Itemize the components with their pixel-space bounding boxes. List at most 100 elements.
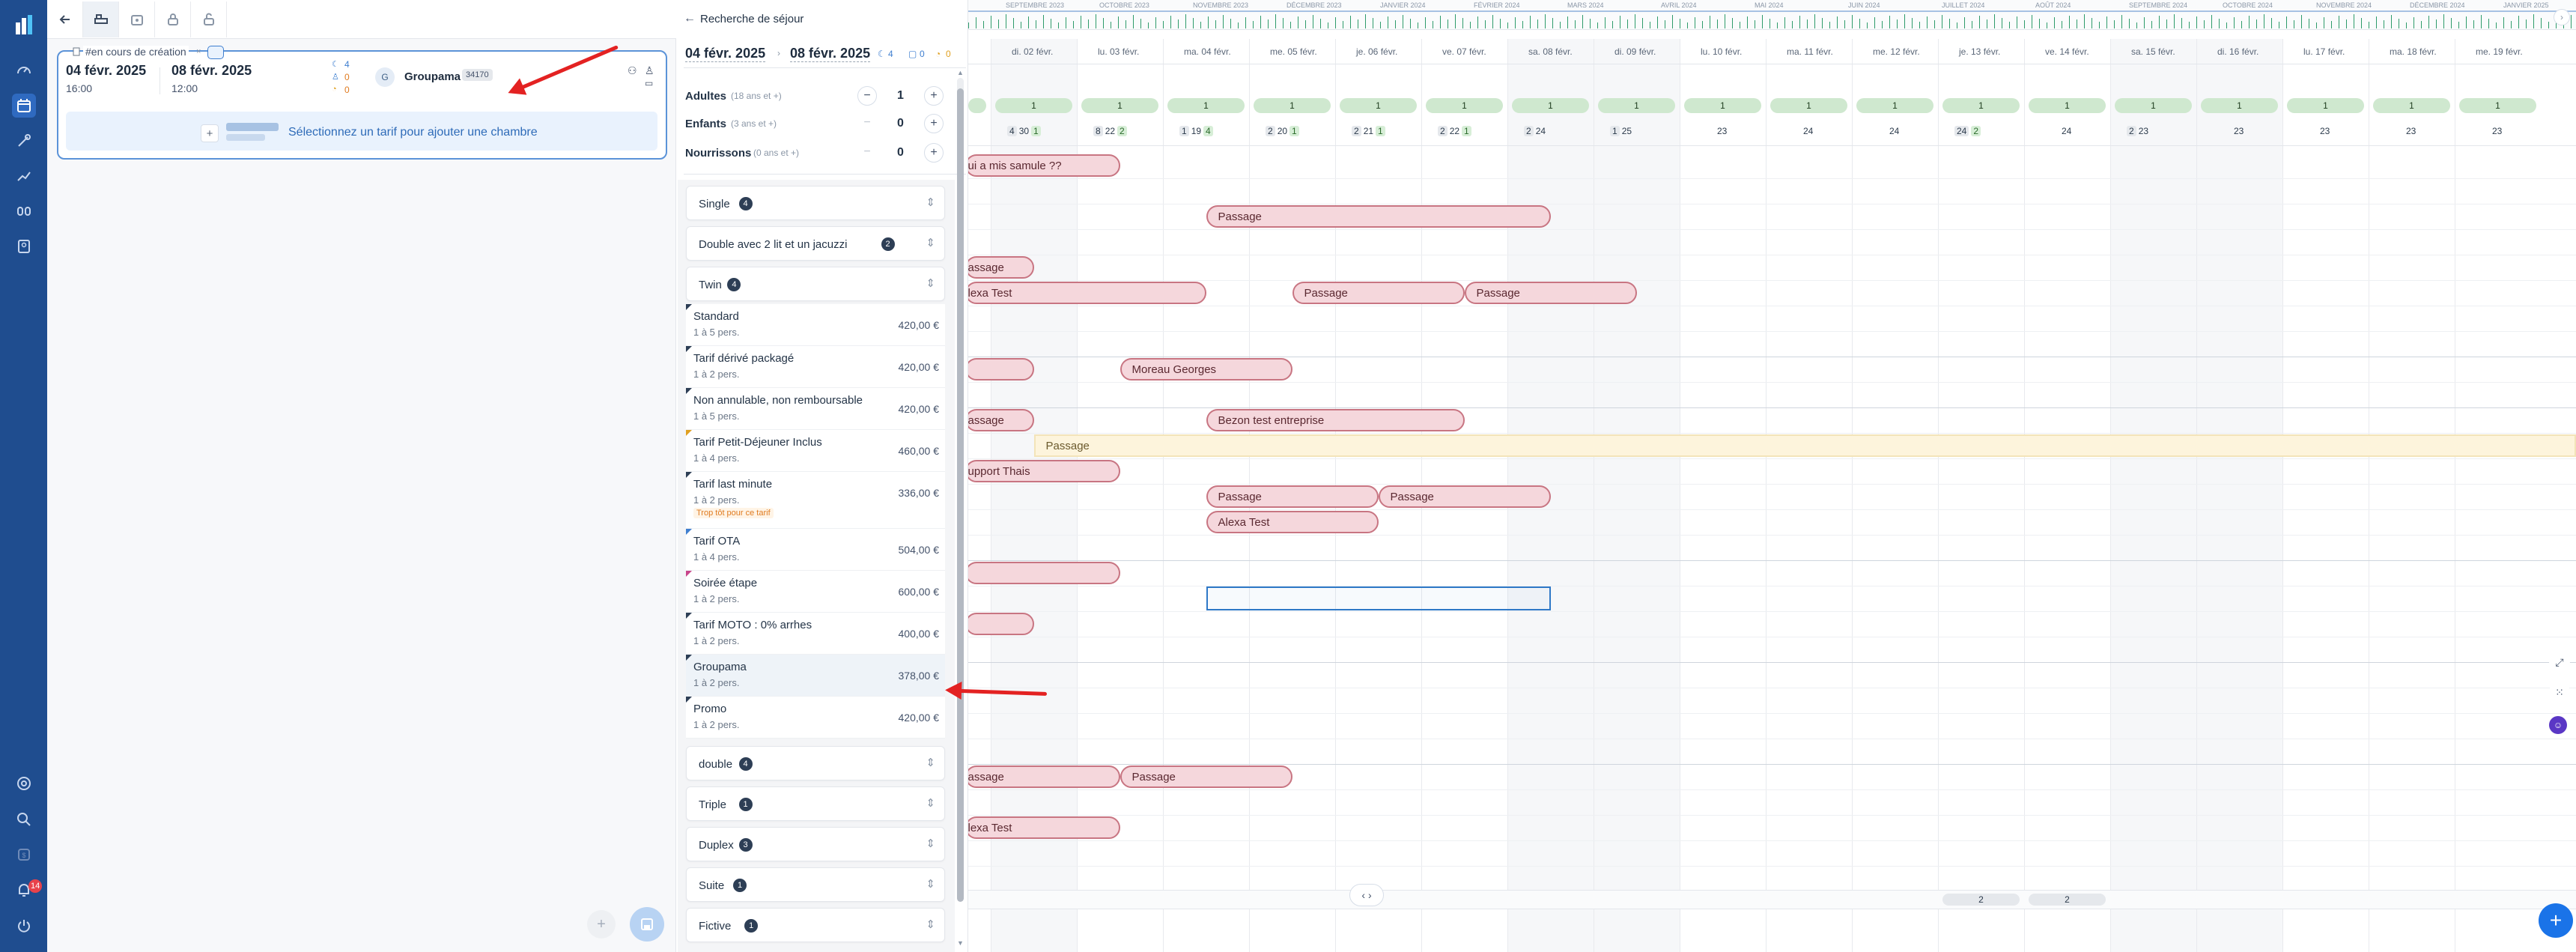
- availability-pill[interactable]: 1: [1856, 98, 1933, 113]
- rate-row[interactable]: Promo 1 à 2 pers. 420,00 €: [686, 697, 945, 739]
- availability-pill[interactable]: 1: [2201, 98, 2278, 113]
- lock-icon[interactable]: [155, 1, 191, 37]
- rates-scrollbar[interactable]: [957, 78, 964, 902]
- booking-bar[interactable]: upport Thais: [968, 460, 1120, 482]
- booking-bar[interactable]: ui a mis samule ??: [968, 154, 1120, 177]
- booking-bar[interactable]: assage: [968, 765, 1120, 788]
- month-label[interactable]: DÉCEMBRE 2024: [2410, 1, 2465, 9]
- scroll-down-icon[interactable]: ▼: [957, 939, 964, 947]
- rate-row[interactable]: Non annulable, non remboursable 1 à 5 per…: [686, 388, 945, 430]
- availability-pill[interactable]: 1: [1081, 98, 1158, 113]
- children-increment[interactable]: +: [924, 114, 944, 133]
- room-category-fictive[interactable]: Fictive 1 ⇕: [686, 908, 945, 942]
- month-label[interactable]: JANVIER 2025: [2503, 1, 2549, 9]
- calendar-icon[interactable]: [12, 94, 36, 118]
- rate-row[interactable]: Groupama 1 à 2 pers. 378,00 €: [686, 655, 945, 697]
- booking-bar[interactable]: [968, 613, 1034, 635]
- planning-grid[interactable]: SEPTEMBRE 2023 OCTOBRE 2023 NOVEMBRE 2023 D…: [968, 0, 2576, 952]
- availability-pill[interactable]: 1: [2029, 98, 2106, 113]
- grid-icon[interactable]: ⁙: [2549, 682, 2570, 703]
- arrival-date[interactable]: 04 févr. 2025: [66, 63, 146, 79]
- scroll-arrows-button[interactable]: ‹ ›: [1349, 884, 1384, 906]
- rate-row[interactable]: Tarif OTA 1 à 4 pers. 504,00 €: [686, 529, 945, 571]
- rate-row[interactable]: Tarif Petit-Déjeuner Inclus 1 à 4 pers. 46…: [686, 430, 945, 472]
- stats-icon[interactable]: [12, 164, 36, 188]
- departure-date[interactable]: 08 févr. 2025: [171, 63, 252, 79]
- availability-pill[interactable]: 1: [1512, 98, 1589, 113]
- availability-pill[interactable]: [968, 98, 986, 113]
- availability-pill[interactable]: 1: [1598, 98, 1675, 113]
- bed-icon[interactable]: [83, 1, 119, 37]
- rate-row[interactable]: Standard 1 à 5 pers. 420,00 €: [686, 304, 945, 346]
- month-label[interactable]: MARS 2024: [1567, 1, 1604, 9]
- close-icon[interactable]: ×: [196, 47, 201, 56]
- booking-bar[interactable]: Alexa Test: [1206, 511, 1379, 533]
- room-category-single[interactable]: Single 4 ⇕: [686, 186, 945, 220]
- search-icon[interactable]: [12, 807, 36, 831]
- contacts-icon[interactable]: [12, 234, 36, 258]
- month-label[interactable]: DÉCEMBRE 2023: [1287, 1, 1342, 9]
- rate-row[interactable]: Soirée étape 1 à 2 pers. 600,00 €: [686, 571, 945, 613]
- arrival-time[interactable]: 16:00: [66, 82, 92, 94]
- room-category-suite[interactable]: Suite 1 ⇕: [686, 867, 945, 902]
- children-decrement[interactable]: −: [857, 114, 877, 133]
- month-label[interactable]: SEPTEMBRE 2023: [1006, 1, 1064, 9]
- booking-bar[interactable]: Passage: [1120, 765, 1292, 788]
- room-category-triple[interactable]: Triple 1 ⇕: [686, 786, 945, 821]
- month-label[interactable]: OCTOBRE 2024: [2223, 1, 2273, 9]
- channels-icon[interactable]: [12, 199, 36, 223]
- booking-bar[interactable]: Passage: [1206, 205, 1551, 228]
- assistant-icon[interactable]: ☺: [2549, 716, 2567, 734]
- zoom-icon[interactable]: ⤢: [2549, 652, 2570, 673]
- booking-bar[interactable]: assage: [968, 256, 1034, 279]
- departure-time[interactable]: 12:00: [171, 82, 198, 94]
- search-date-to[interactable]: 08 févr. 2025: [790, 46, 871, 62]
- currency-icon[interactable]: $: [12, 843, 36, 867]
- month-strip[interactable]: SEPTEMBRE 2023 OCTOBRE 2023 NOVEMBRE 2023 D…: [968, 0, 2576, 30]
- scrollbar-thumb[interactable]: [957, 88, 964, 902]
- dashboard-icon[interactable]: [12, 58, 36, 82]
- booking-bar[interactable]: [968, 562, 1120, 584]
- booking-bar[interactable]: Passage: [1292, 282, 1465, 304]
- link-client-icon[interactable]: [207, 46, 224, 59]
- selection-box[interactable]: [1206, 586, 1551, 610]
- availability-pill[interactable]: 1: [1942, 98, 2020, 113]
- booking-bar[interactable]: Bezon test entreprise: [1206, 409, 1465, 431]
- room-category-double-avec-2-lit-et-un-jacuzzi[interactable]: Double avec 2 lit et un jacuzzi 2 ⇕: [686, 226, 945, 261]
- save-button[interactable]: [630, 907, 664, 942]
- availability-pill[interactable]: 1: [2373, 98, 2450, 113]
- unlock-icon[interactable]: [191, 1, 227, 37]
- tools-icon[interactable]: [12, 129, 36, 153]
- month-label[interactable]: MAI 2024: [1755, 1, 1784, 9]
- availability-pill[interactable]: 1: [1770, 98, 1847, 113]
- month-label[interactable]: JANVIER 2024: [1380, 1, 1426, 9]
- calendar-event-icon[interactable]: [119, 1, 155, 37]
- person-icon[interactable]: ♙: [645, 64, 654, 77]
- booking-bar[interactable]: Passage: [1464, 282, 1637, 304]
- booking-bar[interactable]: Passage: [1206, 485, 1379, 508]
- month-label[interactable]: JUILLET 2024: [1942, 1, 1984, 9]
- availability-pill[interactable]: 1: [1426, 98, 1503, 113]
- booking-bar[interactable]: Passage: [1033, 434, 2576, 457]
- card-icon[interactable]: ▭: [645, 78, 653, 88]
- client-name[interactable]: Groupama: [404, 70, 461, 83]
- add-room-button[interactable]: +: [201, 124, 219, 142]
- rate-row[interactable]: Tarif dérivé packagé 1 à 2 pers. 420,00 €: [686, 346, 945, 388]
- room-category-double[interactable]: double 4 ⇕: [686, 746, 945, 780]
- availability-pill[interactable]: 1: [1167, 98, 1245, 113]
- back-arrow-icon[interactable]: [47, 1, 83, 37]
- month-label[interactable]: AOÛT 2024: [2035, 1, 2071, 9]
- booking-bar[interactable]: Moreau Georges: [1120, 358, 1292, 381]
- month-label[interactable]: NOVEMBRE 2023: [1193, 1, 1248, 9]
- month-label[interactable]: SEPTEMBRE 2024: [2129, 1, 2187, 9]
- add-booking-fab[interactable]: +: [2539, 903, 2573, 938]
- support-icon[interactable]: [12, 771, 36, 795]
- booking-bar[interactable]: lexa Test: [968, 282, 1206, 304]
- rate-row[interactable]: Tarif last minute 1 à 2 pers. 336,00 € Trop…: [686, 472, 945, 529]
- room-category-twin[interactable]: Twin 4 ⇕: [686, 267, 945, 301]
- adults-decrement[interactable]: −: [857, 86, 877, 106]
- availability-pill[interactable]: 1: [2115, 98, 2192, 113]
- month-label[interactable]: FÉVRIER 2024: [1474, 1, 1520, 9]
- room-category-duplex[interactable]: Duplex 3 ⇕: [686, 827, 945, 861]
- month-label[interactable]: JUIN 2024: [1848, 1, 1880, 9]
